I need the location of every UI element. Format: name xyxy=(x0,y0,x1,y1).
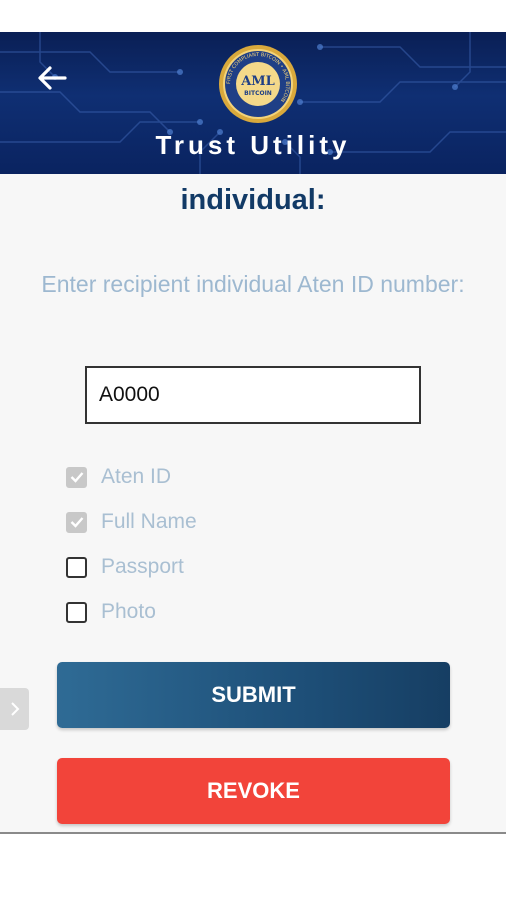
revoke-button[interactable]: REVOKE xyxy=(57,758,450,824)
svg-text:AML: AML xyxy=(240,74,275,89)
question-line-2: individual: xyxy=(180,184,326,216)
bottom-area xyxy=(0,834,506,900)
aml-bitcoin-logo: FIRST COMPLIANT BITCOIN • AML BITCOIN AM… xyxy=(218,44,298,124)
checkbox-photo[interactable]: Photo xyxy=(66,597,156,627)
checkbox-label: Aten ID xyxy=(101,465,172,488)
aten-id-input[interactable] xyxy=(85,366,421,424)
submit-button[interactable]: SUBMIT xyxy=(57,662,450,728)
checkbox-box[interactable] xyxy=(66,511,87,533)
share-form: want to share with another individual: E… xyxy=(0,174,506,832)
checkmark-icon xyxy=(70,472,83,483)
question-line-partial: want to share with another xyxy=(0,174,506,182)
app-header: FIRST COMPLIANT BITCOIN • AML BITCOIN AM… xyxy=(0,32,506,174)
checkbox-box[interactable] xyxy=(66,601,87,623)
side-drawer-tab[interactable] xyxy=(0,688,29,730)
svg-text:BITCOIN: BITCOIN xyxy=(244,90,272,97)
checkmark-icon xyxy=(70,517,83,528)
checkbox-full-name[interactable]: Full Name xyxy=(66,507,197,537)
chevron-right-icon xyxy=(10,702,19,716)
checkbox-label: Full Name xyxy=(101,510,197,533)
checkbox-box[interactable] xyxy=(66,466,87,488)
recipient-prompt: Enter recipient individual Aten ID numbe… xyxy=(41,271,465,297)
arrow-left-icon xyxy=(38,66,67,90)
back-button[interactable] xyxy=(30,56,74,100)
status-bar-area xyxy=(0,0,506,32)
checkbox-label: Passport xyxy=(101,555,184,578)
checkbox-aten-id[interactable]: Aten ID xyxy=(66,462,171,492)
checkbox-box[interactable] xyxy=(66,556,87,578)
header-title: Trust Utility xyxy=(155,130,351,160)
checkbox-label: Photo xyxy=(101,600,156,623)
checkbox-passport[interactable]: Passport xyxy=(66,552,184,582)
question-text: want to share with another individual: xyxy=(0,174,506,218)
